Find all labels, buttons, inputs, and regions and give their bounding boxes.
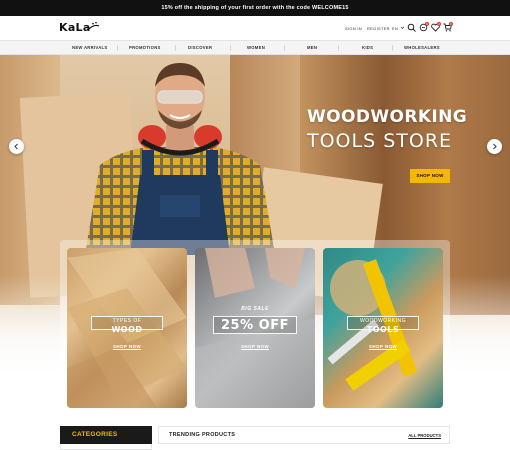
- nav-divider: [230, 45, 231, 51]
- language-select[interactable]: EN: [392, 26, 398, 31]
- nav-item-wholesalers[interactable]: WHOLESALERS: [404, 45, 440, 50]
- site-logo[interactable]: KaLa: [59, 21, 91, 34]
- hero-next-arrow[interactable]: [487, 139, 502, 154]
- nav-item-women[interactable]: WOMEN: [247, 45, 265, 50]
- card-shop-now-link[interactable]: SHOP NOW: [195, 344, 315, 349]
- nav-divider: [175, 45, 176, 51]
- nav-divider: [284, 45, 285, 51]
- card-shop-now-link[interactable]: SHOP NOW: [323, 344, 443, 349]
- nav-item-new-arrivals[interactable]: NEW ARRIVALS: [72, 45, 107, 50]
- nav-divider: [338, 45, 339, 51]
- search-icon[interactable]: [407, 23, 416, 32]
- promo-bar: 15% off the shipping of your first order…: [0, 0, 510, 16]
- card-title: TOOLS: [366, 325, 400, 334]
- main-nav: NEW ARRIVALS PROMOTIONS DISCOVER WOMEN M…: [0, 40, 510, 55]
- logo-saw-icon: [88, 22, 100, 30]
- nav-item-men[interactable]: MEN: [307, 45, 317, 50]
- promo-card-tools[interactable]: WOODWORKING TOOLS SHOP NOW: [323, 248, 443, 408]
- sign-in-link[interactable]: SIGN IN: [345, 26, 362, 31]
- card-title: 25% OFF: [221, 318, 289, 333]
- site-header: KaLa SIGN IN REGISTER EN 0 0 0: [0, 16, 510, 40]
- hero-title-line2: TOOLS STORE: [307, 130, 453, 152]
- all-products-link[interactable]: ALL PRODUCTS: [408, 433, 441, 438]
- card-shop-now-link[interactable]: SHOP NOW: [67, 344, 187, 349]
- categories-title: CATEGORIES: [72, 431, 118, 438]
- nav-item-kids[interactable]: KIDS: [362, 45, 373, 50]
- card-subtitle: BIG SALE: [241, 306, 269, 312]
- promo-card-wood[interactable]: TYPES OF WOOD SHOP NOW: [67, 248, 187, 408]
- register-link[interactable]: REGISTER: [367, 26, 390, 31]
- card-subtitle: TYPES OF: [112, 318, 142, 324]
- nav-divider: [117, 45, 118, 51]
- chevron-right-icon: [493, 143, 497, 150]
- trending-products-header: TRENDING PRODUCTS ALL PRODUCTS: [158, 426, 450, 444]
- categories-panel: [60, 444, 152, 450]
- card-title: WOOD: [111, 325, 143, 334]
- nav-item-promotions[interactable]: PROMOTIONS: [129, 45, 161, 50]
- chevron-down-icon: [400, 26, 405, 29]
- chevron-left-icon: [14, 143, 18, 150]
- nav-divider: [392, 45, 393, 51]
- wishlist-count-badge: 0: [437, 22, 441, 26]
- woodworker-photo: [85, 63, 275, 255]
- nav-item-discover[interactable]: DISCOVER: [188, 45, 212, 50]
- cart-count-badge: 0: [449, 22, 453, 26]
- compare-count-badge: 0: [425, 22, 429, 26]
- hero-prev-arrow[interactable]: [9, 139, 24, 154]
- trending-title: TRENDING PRODUCTS: [169, 432, 236, 438]
- card-subtitle: WOODWORKING: [359, 318, 407, 324]
- promo-card-sale[interactable]: BIG SALE 25% OFF SHOP NOW: [195, 248, 315, 408]
- hero-title-line1: WOODWORKING: [307, 107, 468, 127]
- categories-header[interactable]: CATEGORIES: [60, 426, 152, 444]
- hero-shop-now-button[interactable]: SHOP NOW: [410, 169, 450, 183]
